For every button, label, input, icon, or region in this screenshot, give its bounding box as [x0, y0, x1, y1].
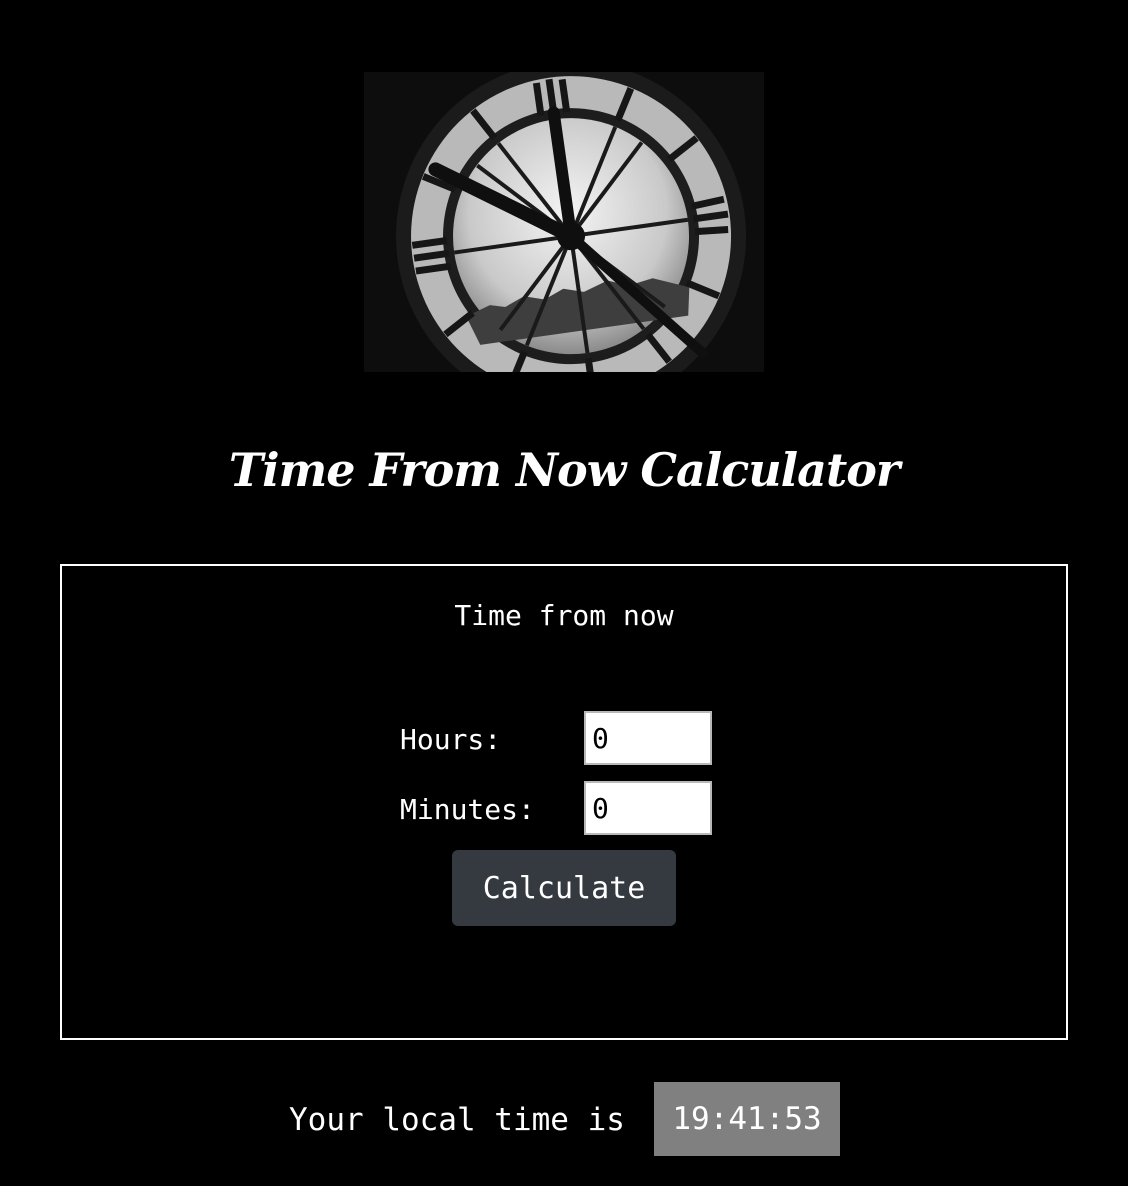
minutes-input[interactable]	[584, 781, 712, 835]
calculator-heading: Time from now	[454, 599, 674, 632]
calculate-button[interactable]: Calculate	[452, 850, 676, 926]
calculator-panel: Time from now Hours: Minutes: Calculate	[60, 564, 1068, 1040]
hours-label: Hours:	[400, 723, 502, 756]
hours-input[interactable]	[584, 711, 712, 765]
local-time-label: Your local time is	[289, 1102, 625, 1138]
minutes-label: Minutes:	[400, 793, 535, 826]
clock-face-image	[364, 72, 764, 372]
page-title: Time From Now Calculator	[228, 443, 900, 497]
local-time-value: 19:41:53	[654, 1082, 840, 1156]
